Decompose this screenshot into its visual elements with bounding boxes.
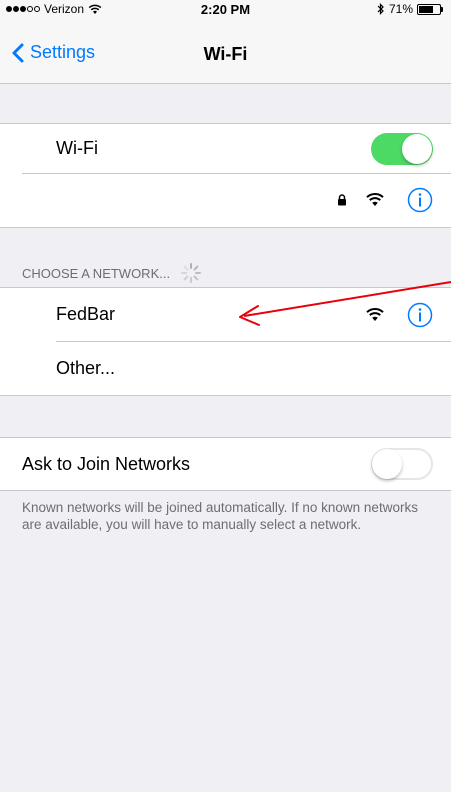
section-header: CHOOSE A NETWORK... <box>22 262 202 284</box>
info-icon[interactable] <box>407 187 433 213</box>
wifi-toggle[interactable] <box>371 133 433 165</box>
network-row-fedbar[interactable]: FedBar <box>0 288 451 342</box>
toggle-knob <box>372 449 402 479</box>
ask-to-join-label: Ask to Join Networks <box>22 454 191 474</box>
lock-icon <box>338 194 346 206</box>
toggle-knob <box>402 134 432 164</box>
connected-network-row[interactable] <box>0 174 451 227</box>
battery-percent: 71% <box>388 2 413 16</box>
wifi-toggle-row: Wi-Fi <box>0 124 451 174</box>
ask-to-join-row: Ask to Join Networks <box>0 438 451 490</box>
wifi-signal-icon <box>366 308 384 321</box>
status-bar: Verizon 2:20 PM 71% <box>0 0 451 20</box>
wifi-group: Wi-Fi <box>0 123 451 228</box>
battery-fill <box>419 5 434 13</box>
bluetooth-icon <box>377 3 384 15</box>
status-right: 71% <box>377 2 443 16</box>
other-network-label: Other... <box>56 358 116 378</box>
battery-icon <box>417 3 443 15</box>
network-row-other[interactable]: Other... <box>0 342 451 395</box>
ask-to-join-toggle[interactable] <box>371 448 433 480</box>
networks-group: FedBar Other... <box>0 287 451 396</box>
ask-to-join-group: Ask to Join Networks <box>0 437 451 491</box>
wifi-label: Wi-Fi <box>56 138 98 158</box>
annotation-arrow <box>239 281 451 326</box>
page-title: Wi-Fi <box>203 44 248 64</box>
wifi-signal-icon <box>366 193 384 206</box>
footer-description: Known networks will be joined automatica… <box>22 500 418 532</box>
loading-spinner-icon <box>181 263 202 283</box>
navigation-bar: Settings Wi-Fi <box>0 20 451 84</box>
info-icon[interactable] <box>407 302 433 328</box>
choose-network-label: CHOOSE A NETWORK... <box>22 265 171 281</box>
network-name: FedBar <box>56 304 116 324</box>
